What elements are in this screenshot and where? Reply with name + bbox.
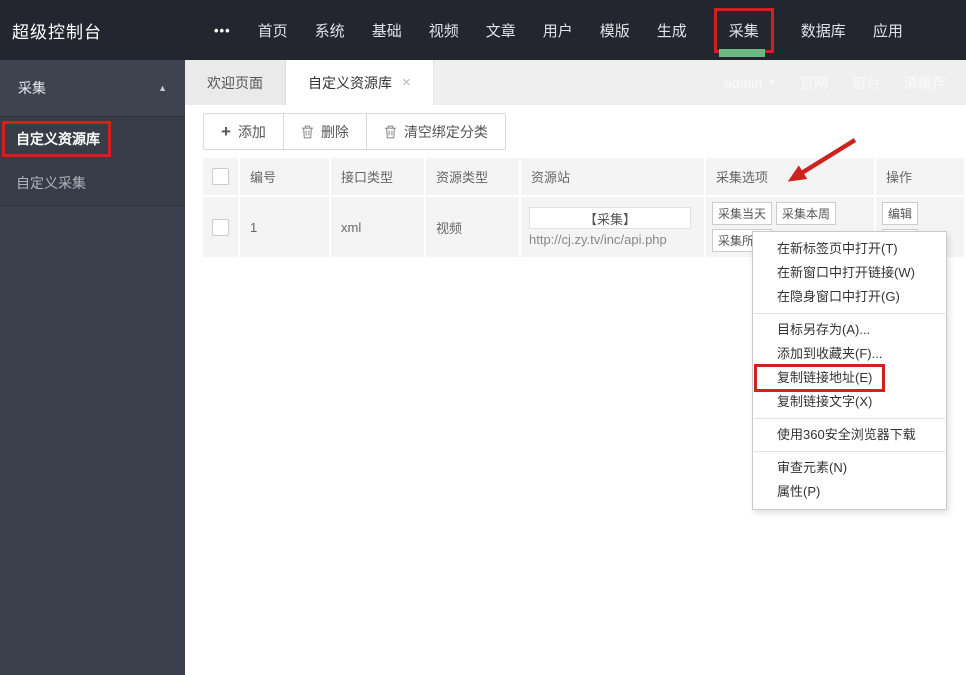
menu-properties[interactable]: 属性(P) (753, 480, 946, 504)
tab-label: 欢迎页面 (207, 74, 263, 91)
menu-open-new-window[interactable]: 在新窗口中打开链接(W) (753, 261, 946, 285)
delete-button[interactable]: 删除 (282, 113, 367, 150)
header-links: admin ▼ 官网 前台 清缓存 (724, 60, 966, 105)
nav-item-template[interactable]: 模版 (600, 11, 630, 50)
site-url-link[interactable]: http://cj.zy.tv/inc/api.php (529, 232, 667, 247)
sidebar-item-custom-collect[interactable]: 自定义采集 (0, 161, 185, 205)
nav-item-system[interactable]: 系统 (315, 11, 345, 50)
nav-item-home[interactable]: 首页 (258, 11, 288, 50)
menu-inspect-element[interactable]: 审查元素(N) (753, 456, 946, 480)
nav-item-database[interactable]: 数据库 (801, 11, 846, 50)
trash-icon (301, 125, 313, 138)
tab-custom-resource-library[interactable]: 自定义资源库 × (286, 60, 434, 105)
nav-item-basic[interactable]: 基础 (372, 11, 402, 50)
sidebar-section-label: 采集 (18, 80, 46, 96)
menu-open-new-tab[interactable]: 在新标签页中打开(T) (753, 237, 946, 261)
nav-item-app[interactable]: 应用 (873, 11, 903, 50)
nav-item-collect[interactable]: 采集 (713, 7, 774, 57)
ellipsis-icon[interactable]: ••• (214, 23, 231, 38)
collapse-arrow-icon: ▲ (158, 83, 167, 93)
table-header-row: 编号 接口类型 资源类型 资源站 采集选项 操作 (203, 158, 966, 195)
nav-item-generate[interactable]: 生成 (657, 11, 687, 50)
column-header-resource-type: 资源类型 (426, 158, 521, 195)
menu-open-incognito[interactable]: 在隐身窗口中打开(G) (753, 285, 946, 309)
delete-button-label: 删除 (320, 123, 349, 140)
tab-welcome[interactable]: 欢迎页面 (185, 60, 286, 105)
row-checkbox[interactable] (212, 218, 229, 236)
menu-add-to-favorites[interactable]: 添加到收藏夹(F)... (753, 342, 946, 366)
sidebar-section-collect[interactable]: 采集 ▲ (0, 60, 185, 117)
app-title: 超级控制台 (12, 22, 102, 42)
add-button-label: 添加 (237, 123, 266, 140)
nav-item-article[interactable]: 文章 (486, 11, 516, 50)
toolbar: + 添加 删除 清空绑定分类 (185, 105, 966, 150)
trash-icon (384, 125, 396, 138)
column-header-actions: 操作 (876, 158, 966, 195)
link-front-site[interactable]: 前台 (852, 73, 880, 93)
row-checkbox-cell (203, 197, 240, 257)
tab-bar: 欢迎页面 自定义资源库 × admin ▼ 官网 前台 清缓存 (185, 60, 966, 105)
chevron-down-icon: ▼ (768, 78, 776, 87)
menu-divider (754, 313, 945, 314)
column-header-id: 编号 (240, 158, 331, 195)
link-official-site[interactable]: 官网 (800, 73, 828, 93)
clear-button-label: 清空绑定分类 (403, 123, 488, 140)
edit-button[interactable]: 编辑 (882, 202, 919, 225)
sidebar-items: 自定义资源库 自定义采集 (0, 117, 185, 206)
row-id: 1 (240, 197, 331, 257)
select-all-checkbox[interactable] (212, 168, 229, 185)
site-name-box[interactable]: 【采集】 (529, 207, 691, 229)
header-checkbox-cell (203, 158, 240, 195)
menu-divider (754, 418, 945, 419)
sidebar-item-custom-resource-library[interactable]: 自定义资源库 (0, 117, 185, 161)
username: admin (723, 74, 763, 91)
sidebar-item-label: 自定义资源库 (16, 131, 100, 147)
column-header-collect-options: 采集选项 (706, 158, 876, 195)
top-nav: 超级控制台 ••• 首页 系统 基础 视频 文章 用户 模版 生成 采集 数据库… (0, 0, 966, 60)
menu-download-with-360[interactable]: 使用360安全浏览器下载 (753, 423, 946, 447)
menu-divider (754, 451, 945, 452)
column-header-api-type: 接口类型 (331, 158, 426, 195)
top-nav-menu: ••• 首页 系统 基础 视频 文章 用户 模版 生成 采集 数据库 应用 (214, 7, 903, 57)
tab-label: 自定义资源库 (308, 74, 392, 91)
add-button[interactable]: + 添加 (203, 113, 284, 150)
link-clear-cache[interactable]: 清缓存 (904, 73, 946, 93)
context-menu: 在新标签页中打开(T) 在新窗口中打开链接(W) 在隐身窗口中打开(G) 目标另… (752, 231, 947, 510)
plus-icon: + (221, 122, 231, 141)
user-dropdown[interactable]: admin ▼ (724, 75, 776, 91)
row-resource-type: 视频 (426, 197, 521, 257)
row-resource-site: 【采集】 http://cj.zy.tv/inc/api.php (521, 197, 706, 257)
nav-item-video[interactable]: 视频 (429, 11, 459, 50)
page: 超级控制台 ••• 首页 系统 基础 视频 文章 用户 模版 生成 采集 数据库… (0, 0, 966, 675)
collect-today-button[interactable]: 采集当天 (712, 202, 773, 225)
sidebar: 采集 ▲ 自定义资源库 自定义采集 (0, 60, 185, 675)
row-api-type: xml (331, 197, 426, 257)
close-icon[interactable]: × (402, 75, 411, 90)
menu-copy-link-text[interactable]: 复制链接文字(X) (753, 390, 946, 414)
nav-item-user[interactable]: 用户 (543, 11, 573, 50)
menu-save-target-as[interactable]: 目标另存为(A)... (753, 318, 946, 342)
menu-copy-link-address[interactable]: 复制链接地址(E) (753, 364, 946, 392)
clear-bound-category-button[interactable]: 清空绑定分类 (365, 113, 506, 150)
column-header-resource-site: 资源站 (521, 158, 706, 195)
menu-copy-link-address-label: 复制链接地址(E) (777, 370, 873, 385)
collect-week-button[interactable]: 采集本周 (776, 202, 837, 225)
sidebar-item-label: 自定义采集 (16, 175, 86, 191)
